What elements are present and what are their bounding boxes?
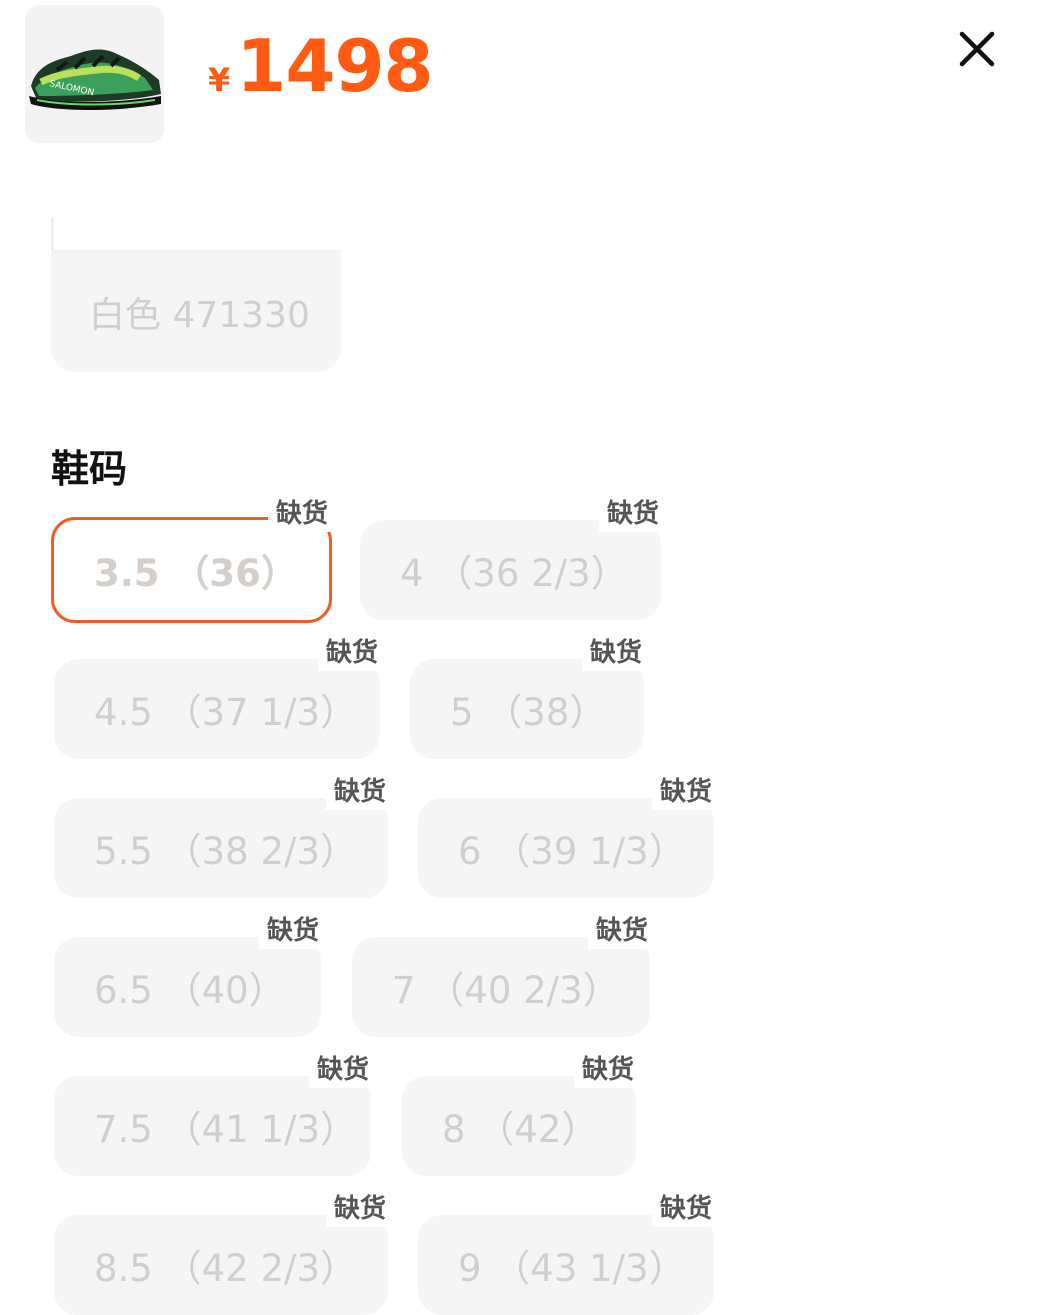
out-of-stock-badge: 缺货 (268, 499, 331, 532)
out-of-stock-badge: 缺货 (326, 777, 389, 810)
size-option-label: 4.5 （37 1/3） (94, 691, 357, 734)
size-option-label: 5 （38） (450, 691, 607, 734)
price-amount: 1498 (236, 24, 433, 108)
size-option-label: 8 （42） (442, 1108, 599, 1151)
divider (51, 218, 54, 252)
out-of-stock-badge: 缺货 (582, 638, 645, 671)
size-option-label: 3.5 （36） (94, 552, 298, 595)
size-option-label: 7 （40 2/3） (392, 969, 620, 1012)
size-option-chip[interactable]: 4 （36 2/3） (360, 520, 661, 620)
size-option-chip[interactable]: 3.5 （36） (51, 517, 332, 623)
size-option-chip[interactable]: 4.5 （37 1/3） (54, 659, 380, 759)
size-option-chip[interactable]: 9 （43 1/3） (418, 1215, 714, 1315)
color-option-chip[interactable]: 白色 471330 (51, 252, 341, 372)
out-of-stock-badge: 缺货 (326, 1194, 389, 1227)
out-of-stock-badge: 缺货 (309, 1055, 372, 1088)
price: ¥ 1498 (208, 24, 434, 108)
size-option-label: 6.5 （40） (94, 969, 286, 1012)
size-section-title: 鞋码 (51, 447, 128, 491)
sneaker-icon: SALOMON (28, 49, 161, 110)
size-option-chip[interactable]: 5 （38） (410, 659, 644, 759)
out-of-stock-badge: 缺货 (599, 499, 662, 532)
size-option-label: 5.5 （38 2/3） (94, 830, 357, 873)
size-option-chip[interactable]: 8.5 （42 2/3） (54, 1215, 388, 1315)
size-option-label: 7.5 （41 1/3） (94, 1108, 357, 1151)
out-of-stock-badge: 缺货 (652, 777, 715, 810)
size-option-label: 4 （36 2/3） (400, 552, 628, 595)
color-option-label: 白色 471330 (89, 295, 310, 336)
currency-symbol: ¥ (208, 61, 231, 99)
out-of-stock-badge: 缺货 (318, 638, 381, 671)
out-of-stock-badge: 缺货 (652, 1194, 715, 1227)
size-option-chip[interactable]: 5.5 （38 2/3） (54, 798, 388, 898)
size-option-label: 6 （39 1/3） (458, 830, 686, 873)
size-option-label: 9 （43 1/3） (458, 1247, 686, 1290)
size-option-chip[interactable]: 8 （42） (402, 1076, 636, 1176)
out-of-stock-badge: 缺货 (259, 916, 322, 949)
size-option-chip[interactable]: 7 （40 2/3） (352, 937, 650, 1037)
size-option-chip[interactable]: 6.5 （40） (54, 937, 321, 1037)
color-option-group: 白色 471330 (51, 218, 341, 372)
product-thumbnail: SALOMON (25, 5, 164, 143)
size-option-label: 8.5 （42 2/3） (94, 1247, 357, 1290)
size-option-chip[interactable]: 7.5 （41 1/3） (54, 1076, 371, 1176)
out-of-stock-badge: 缺货 (588, 916, 651, 949)
close-button[interactable] (954, 26, 1000, 72)
size-option-chip[interactable]: 6 （39 1/3） (418, 798, 714, 898)
close-icon (959, 31, 995, 67)
out-of-stock-badge: 缺货 (574, 1055, 637, 1088)
